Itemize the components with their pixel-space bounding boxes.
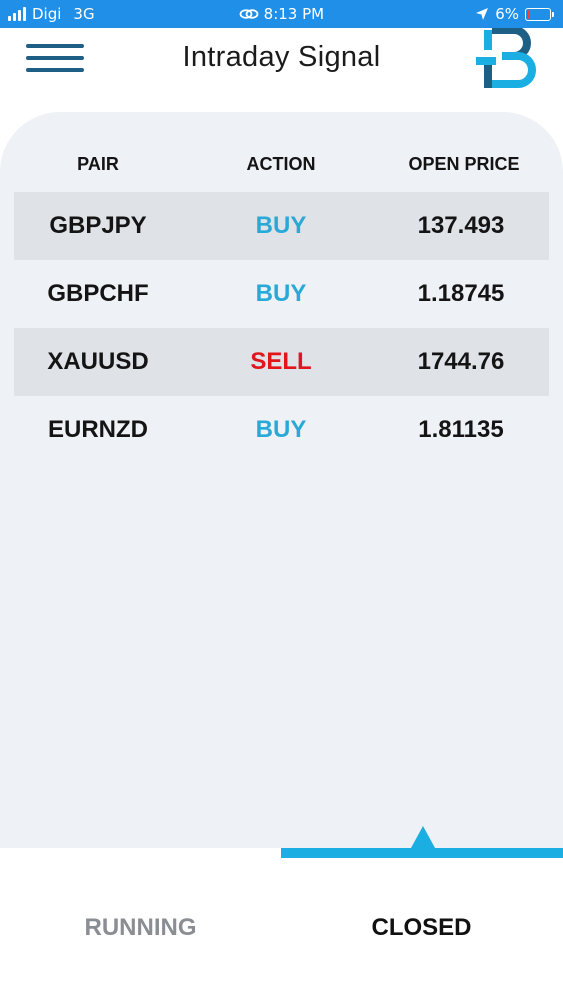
row-action: BUY [255,280,307,307]
status-right: 6% [475,5,554,23]
row-action: BUY [255,416,307,443]
row-open-price: 137.493 [417,212,505,239]
tab-running[interactable]: RUNNING [0,914,281,942]
table-row[interactable]: EURNZD BUY 1.81135 [14,396,549,464]
row-pair: GBPCHF [47,280,149,307]
active-tab-indicator [281,848,563,858]
battery-icon [525,7,554,21]
table-row[interactable]: GBPCHF BUY 1.18745 [14,260,549,328]
row-action: SELL [250,348,312,375]
table-row[interactable]: XAUUSD SELL 1744.76 [14,328,549,396]
status-bar: Digi 3G 8:13 PM 6% [0,0,563,28]
row-open-price: 1.18745 [417,280,505,307]
battery-level [527,9,529,19]
column-header-action: ACTION [246,154,316,174]
table-row[interactable]: GBPJPY BUY 137.493 [14,192,549,260]
signals-card: PAIR ACTION OPEN PRICE GBPJPY BUY 137.49… [0,112,563,848]
signals-table: GBPJPY BUY 137.493 GBPCHF BUY 1.18745 XA… [14,192,549,464]
row-action: BUY [255,212,307,239]
tab-closed[interactable]: CLOSED [281,914,562,942]
row-open-price: 1.81135 [418,416,504,443]
column-header-open-price: OPEN PRICE [408,154,520,174]
row-pair: EURNZD [48,416,148,443]
battery-percent: 6% [495,5,519,23]
brand-logo-icon [476,28,536,88]
status-time: 8:13 PM [263,5,325,23]
column-header-pair: PAIR [77,154,119,174]
active-tab-pointer [411,826,435,848]
row-pair: XAUUSD [47,348,149,375]
location-arrow-icon [475,5,489,23]
row-open-price: 1744.76 [417,348,505,375]
bottom-tab-bar: RUNNING CLOSED [0,826,563,1000]
row-pair: GBPJPY [49,212,147,239]
table-header: PAIR ACTION OPEN PRICE [0,154,563,178]
link-icon [239,5,264,23]
app-header: Intraday Signal [0,28,563,112]
